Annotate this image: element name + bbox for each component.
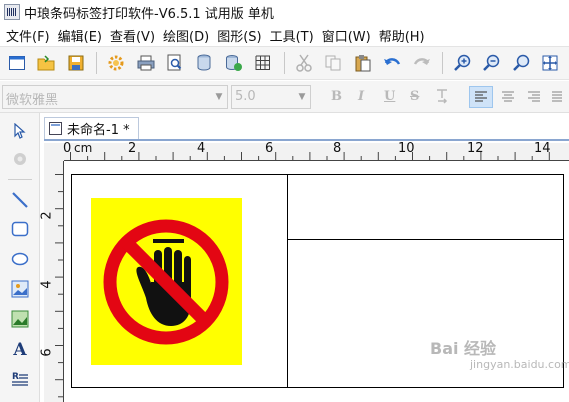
underline-button[interactable]: U	[384, 89, 395, 104]
ruler-label-8: 8	[333, 141, 342, 156]
font-name-value: 微软雅黑	[6, 93, 59, 108]
chevron-down-icon[interactable]: ▼	[211, 86, 227, 108]
zoom-out-icon[interactable]	[481, 52, 502, 74]
image-icon[interactable]	[8, 277, 32, 301]
menu-bar: 文件(F) 编辑(E) 查看(V) 绘图(D) 图形(S) 工具(T) 窗口(W…	[0, 24, 569, 46]
tab-underline	[44, 139, 569, 141]
pan-icon[interactable]	[8, 147, 32, 171]
redo-icon[interactable]	[411, 52, 432, 74]
window-title: 中琅条码标签打印软件-V6.5.1 试用版 单机	[24, 6, 274, 22]
ruler-label-10: 10	[398, 141, 415, 156]
ruler-corner	[44, 143, 64, 161]
svg-text:R: R	[12, 372, 19, 382]
table-divider-horizontal[interactable]	[287, 239, 563, 240]
tool-separator	[8, 179, 32, 180]
toolbar-separator	[284, 52, 286, 74]
database-icon[interactable]	[194, 52, 215, 74]
database-setup-icon[interactable]	[223, 52, 244, 74]
align-left-icon[interactable]	[469, 86, 493, 108]
font-size-value: 5.0	[235, 89, 256, 104]
font-size-select[interactable]: 5.0 ▼	[231, 85, 311, 109]
line-icon[interactable]	[8, 188, 32, 212]
ellipse-icon[interactable]	[8, 247, 32, 271]
format-toolbar: 微软雅黑 ▼ 5.0 ▼ B I U S	[0, 81, 569, 113]
print-preview-icon[interactable]	[164, 52, 185, 74]
ruler-label-2: 2	[128, 141, 137, 156]
picture-icon[interactable]	[8, 307, 32, 331]
ruler-label-0: 0	[63, 141, 72, 156]
barcode-icon	[4, 4, 20, 20]
ruler-label-v2: 2	[39, 211, 55, 220]
menu-file[interactable]: 文件(F)	[4, 26, 56, 45]
main-toolbar	[0, 46, 569, 80]
select-arrow-icon[interactable]	[8, 119, 32, 143]
menu-tools[interactable]: 工具(T)	[268, 26, 320, 45]
menu-help[interactable]: 帮助(H)	[377, 26, 431, 45]
watermark-logo: Bai 经验	[430, 335, 496, 359]
toolbar-separator	[442, 52, 444, 74]
zoom-fit-icon[interactable]	[510, 52, 531, 74]
watermark-text: Bai 经验	[430, 339, 497, 358]
watermark-url: jingyan.baidu.com	[470, 358, 569, 371]
ruler-unit: cm	[74, 141, 93, 155]
print-icon[interactable]	[135, 52, 156, 74]
horizontal-ruler: 0 cm 2 4 6 8 10 12 14	[63, 141, 569, 161]
ruler-label-6: 6	[265, 141, 274, 156]
paste-icon[interactable]	[352, 52, 373, 74]
grid-icon[interactable]	[253, 52, 274, 74]
menu-draw[interactable]: 绘图(D)	[161, 26, 215, 45]
cut-icon[interactable]	[293, 52, 314, 74]
new-window-icon[interactable]	[6, 52, 27, 74]
toolbar-separator	[96, 52, 98, 74]
ruler-label-14: 14	[534, 141, 551, 156]
table-divider-vertical[interactable]	[287, 175, 288, 387]
open-folder-icon[interactable]	[35, 52, 56, 74]
font-name-select[interactable]: 微软雅黑 ▼	[2, 85, 228, 109]
menu-view[interactable]: 查看(V)	[108, 26, 161, 45]
save-icon[interactable]	[65, 52, 86, 74]
zoom-in-icon[interactable]	[451, 52, 472, 74]
document-icon	[49, 122, 62, 135]
rich-text-icon[interactable]: R	[8, 367, 32, 391]
rounded-rect-icon[interactable]	[8, 217, 32, 241]
tab-document[interactable]: 未命名-1 *	[44, 117, 139, 139]
menu-window[interactable]: 窗口(W)	[320, 26, 377, 45]
vertical-ruler: 2 4 6	[40, 161, 64, 402]
no-touching-prohibition-sign[interactable]	[91, 198, 242, 365]
undo-icon[interactable]	[381, 52, 402, 74]
italic-button[interactable]: I	[358, 89, 364, 104]
fit-page-icon[interactable]	[540, 52, 561, 74]
align-right-icon[interactable]	[522, 86, 546, 108]
settings-gear-icon[interactable]	[105, 52, 126, 74]
bold-button[interactable]: B	[331, 89, 342, 104]
ruler-label-4: 4	[197, 141, 206, 156]
chevron-down-icon[interactable]: ▼	[294, 86, 310, 108]
title-bar: 中琅条码标签打印软件-V6.5.1 试用版 单机	[0, 0, 569, 24]
strikethrough-button[interactable]: S	[410, 89, 419, 104]
copy-icon[interactable]	[322, 52, 343, 74]
align-center-icon[interactable]	[496, 86, 520, 108]
ruler-label-v4: 4	[39, 280, 55, 289]
text-direction-icon[interactable]	[434, 88, 450, 108]
ruler-label-v6: 6	[39, 348, 55, 357]
menu-edit[interactable]: 编辑(E)	[56, 26, 108, 45]
drawing-toolbar: A R	[0, 113, 40, 402]
ruler-label-12: 12	[467, 141, 484, 156]
menu-shape[interactable]: 图形(S)	[215, 26, 267, 45]
align-justify-icon[interactable]	[547, 86, 567, 108]
text-icon[interactable]: A	[8, 338, 32, 362]
tab-label: 未命名-1 *	[67, 123, 130, 138]
